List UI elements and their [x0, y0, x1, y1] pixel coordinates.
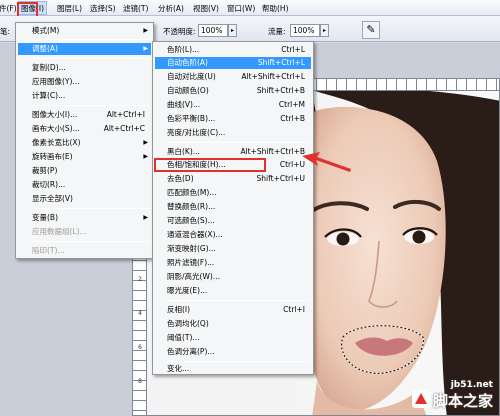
menu-item-black-white[interactable]: 黑白(K)... Alt+Shift+Ctrl+B [155, 146, 311, 158]
menu-separator [167, 142, 309, 143]
menu-layer[interactable]: 图层(L) [55, 2, 84, 15]
menu-item-variations[interactable]: 变化... [155, 363, 311, 375]
menu-file[interactable]: 件(F) [0, 2, 19, 15]
menu-item-brightness-contrast[interactable]: 亮度/对比度(C)... [155, 127, 311, 139]
watermark-domain: jb51.net [450, 380, 493, 390]
menu-item-levels[interactable]: 色阶(L)... Ctrl+L [155, 44, 311, 56]
opacity-input[interactable]: 100% [198, 24, 228, 37]
adjust-submenu: 色阶(L)... Ctrl+L 自动色阶(A) Shift+Ctrl+L 自动对比度… [152, 41, 314, 375]
airbrush-icon[interactable]: ✎ [362, 21, 380, 39]
menu-item-trim[interactable]: 裁切(R)... [18, 179, 151, 191]
menu-view[interactable]: 视图(V) [191, 2, 221, 15]
menu-bar: 件(F) 图像(I) 图层(L) 选择(S) 滤镜(T) 分析(A) 视图(V)… [0, 0, 500, 16]
menu-item-equalize[interactable]: 色调均化(Q) [155, 318, 311, 330]
submenu-arrow-icon: ▶ [143, 45, 148, 52]
menu-item-image-size[interactable]: 图像大小(I)... Alt+Ctrl+I [18, 109, 151, 121]
menu-help[interactable]: 帮助(H) [260, 2, 291, 15]
image-menu: 模式(M) ▶ 调整(A) ▶ 复制(D)... 应用图像(Y)... 计算(C).… [15, 22, 154, 259]
menu-item-shadow-highlight[interactable]: 阴影/高光(W)... [155, 271, 311, 283]
watermark: jb51.net 脚本之家 [411, 380, 493, 411]
submenu-arrow-icon: ▶ [143, 139, 148, 146]
menu-select[interactable]: 选择(S) [88, 2, 118, 15]
menu-separator [30, 39, 149, 40]
menu-item-pixel-aspect[interactable]: 像素长宽比(X) ▶ [18, 137, 151, 149]
watermark-brand: 脚本之家 [432, 392, 493, 410]
menu-separator [30, 241, 149, 242]
menu-item-crop[interactable]: 裁剪(P) [18, 165, 151, 177]
menu-item-calculations[interactable]: 计算(C)... [18, 90, 151, 102]
menu-separator [167, 361, 309, 362]
menu-item-adjust[interactable]: 调整(A) ▶ [18, 43, 151, 55]
menu-item-auto-levels[interactable]: 自动色阶(A) Shift+Ctrl+L [155, 57, 311, 69]
menu-item-mode[interactable]: 模式(M) ▶ [18, 25, 151, 37]
menu-item-desaturate[interactable]: 去色(D) Shift+Ctrl+U [155, 173, 311, 185]
menu-item-hue-saturation[interactable]: 色相/饱和度(H)... [154, 158, 266, 172]
menu-item-curves[interactable]: 曲线(V)... Ctrl+M [155, 99, 311, 111]
menu-item-apply-data-set: 应用数据组(L)... [32, 227, 87, 236]
menu-item-color-balance[interactable]: 色彩平衡(B)... Ctrl+B [155, 113, 311, 125]
menu-analysis[interactable]: 分析(A) [156, 2, 186, 15]
submenu-arrow-icon: ▶ [143, 214, 148, 221]
menu-item-variables[interactable]: 变量(B) ▶ [18, 212, 151, 224]
menu-separator [30, 208, 149, 209]
menu-item-posterize[interactable]: 色调分离(P)... [155, 346, 311, 358]
menu-item-rotate-canvas[interactable]: 旋转画布(E) ▶ [18, 151, 151, 163]
annotation-arrow-icon [302, 152, 351, 172]
flow-input[interactable]: 100% [290, 24, 320, 37]
menu-item-photo-filter[interactable]: 照片滤镜(F)... [155, 257, 311, 269]
menu-window[interactable]: 窗口(W) [225, 2, 257, 15]
watermark-logo-icon [411, 390, 430, 408]
flow-dropdown-icon[interactable]: ▸ [320, 24, 329, 37]
menu-item-threshold[interactable]: 阈值(T)... [155, 332, 311, 344]
menu-item-channel-mixer[interactable]: 通道混合器(X)... [155, 229, 311, 241]
opacity-dropdown-icon[interactable]: ▸ [228, 24, 237, 37]
menu-item-gradient-map[interactable]: 渐变映射(G)... [155, 243, 311, 255]
menu-item-trap: 陷印(T)... [32, 246, 65, 255]
menu-item-auto-contrast[interactable]: 自动对比度(U) Alt+Shift+Ctrl+L [155, 71, 311, 83]
submenu-arrow-icon: ▶ [143, 153, 148, 160]
menu-separator [30, 58, 149, 59]
menu-filter[interactable]: 滤镜(T) [121, 2, 150, 15]
menu-item-canvas-size[interactable]: 画布大小(S)... Alt+Ctrl+C [18, 123, 151, 135]
menu-item-invert[interactable]: 反相(I) Ctrl+I [155, 304, 311, 316]
menu-item-apply-image[interactable]: 应用图像(Y)... [18, 76, 151, 88]
menu-separator [30, 105, 149, 106]
opacity-label: 不透明度: [163, 27, 196, 36]
menu-item-exposure[interactable]: 曝光度(E)... [155, 285, 311, 297]
submenu-arrow-icon: ▶ [143, 27, 148, 34]
menu-item-duplicate[interactable]: 复制(D)... [18, 62, 151, 74]
menu-item-reveal-all[interactable]: 显示全部(V) [18, 193, 151, 205]
brush-label: 笔: [0, 27, 11, 36]
menu-item-match-color[interactable]: 匹配颜色(M)... [155, 187, 311, 199]
menu-item-replace-color[interactable]: 替换颜色(R)... [155, 201, 311, 213]
menu-separator [167, 300, 309, 301]
flow-label: 流量: [268, 27, 286, 36]
menu-item-selective-color[interactable]: 可选颜色(S)... [155, 215, 311, 227]
menu-item-auto-color[interactable]: 自动颜色(O) Shift+Ctrl+B [155, 85, 311, 97]
